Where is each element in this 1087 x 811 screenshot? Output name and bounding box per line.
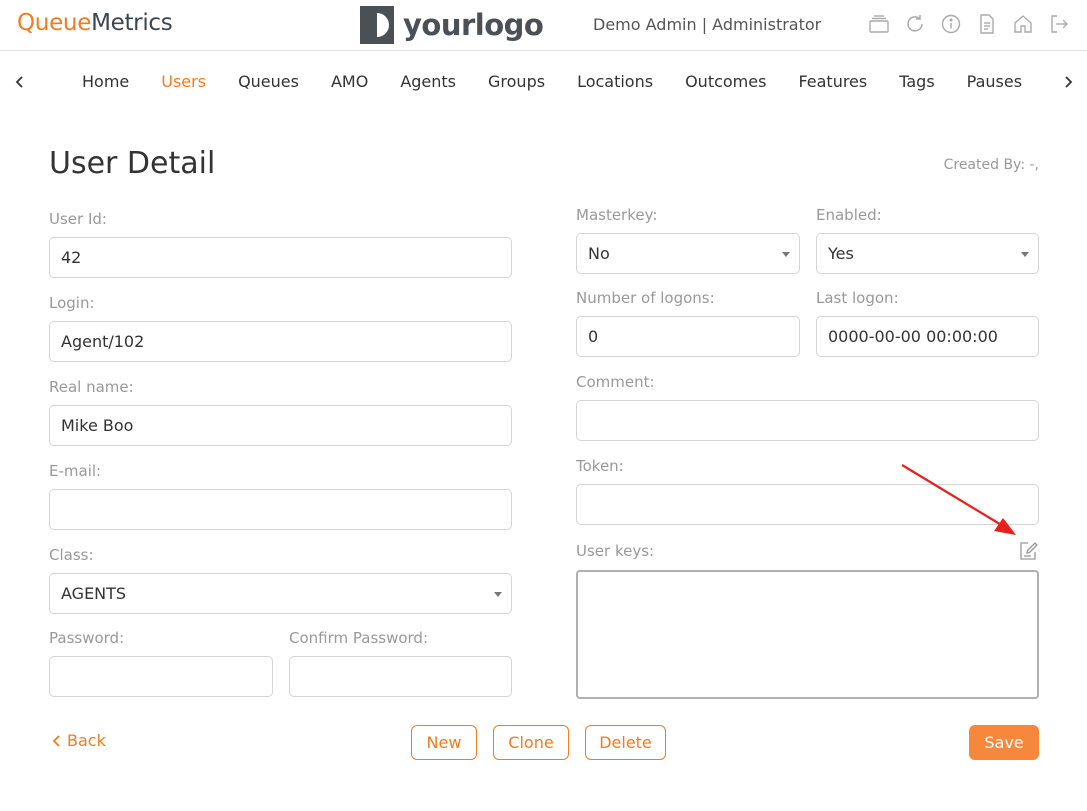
nav-item-groups[interactable]: Groups [472, 71, 561, 93]
confirm-password-label: Confirm Password: [289, 629, 429, 647]
document-icon[interactable] [976, 13, 998, 35]
user-keys-label: User keys: [576, 542, 655, 560]
last-logon-label: Last logon: [816, 289, 899, 307]
enabled-label: Enabled: [816, 206, 882, 224]
nav-item-locations[interactable]: Locations [561, 71, 669, 93]
login-label: Login: [49, 294, 95, 312]
page-title: User Detail [49, 146, 216, 181]
user-keys-textarea[interactable] [576, 570, 1039, 699]
nav-item-agents[interactable]: Agents [384, 71, 472, 93]
brand-part-2: Metrics [91, 10, 173, 36]
enabled-select[interactable]: Yes [816, 233, 1039, 274]
masterkey-select-value: No [588, 244, 610, 263]
new-button[interactable]: New [411, 725, 477, 760]
created-by: Created By: -, [943, 157, 1039, 173]
layers-icon[interactable] [868, 13, 890, 35]
logout-icon[interactable] [1048, 13, 1070, 35]
real-name-field[interactable]: Mike Boo [49, 405, 512, 446]
back-label: Back [67, 731, 106, 750]
queuemetrics-logo[interactable]: QueueMetrics [17, 10, 173, 36]
email-field[interactable] [49, 489, 512, 530]
nav-item-features[interactable]: Features [782, 71, 883, 93]
user-id-field[interactable]: 42 [49, 237, 512, 278]
logo-mark-icon [360, 6, 394, 44]
nav-item-queues[interactable]: Queues [222, 71, 315, 93]
delete-button[interactable]: Delete [585, 725, 666, 760]
main-nav: Home Users Queues AMO Agents Groups Loca… [0, 51, 1087, 113]
save-button[interactable]: Save [969, 725, 1039, 760]
class-select-value: AGENTS [61, 584, 127, 603]
nav-item-pauses[interactable]: Pauses [951, 71, 1038, 93]
caret-down-icon [494, 592, 502, 597]
real-name-label: Real name: [49, 378, 134, 396]
header-icons [868, 13, 1070, 35]
num-logons-label: Number of logons: [576, 289, 715, 307]
top-header: QueueMetrics yourlogo Demo Admin | Admin… [0, 0, 1087, 51]
masterkey-select[interactable]: No [576, 233, 800, 274]
email-label: E-mail: [49, 462, 102, 480]
last-logon-field[interactable]: 0000-00-00 00:00:00 [816, 316, 1039, 357]
enabled-select-value: Yes [828, 244, 854, 263]
caret-down-icon [782, 252, 790, 257]
logo-text: yourlogo [403, 8, 544, 42]
password-field[interactable] [49, 656, 273, 697]
user-info: Demo Admin | Administrator [593, 15, 822, 34]
nav-item-home[interactable]: Home [66, 71, 145, 93]
comment-label: Comment: [576, 373, 655, 391]
nav-item-amo[interactable]: AMO [315, 71, 384, 93]
chevron-left-icon [52, 734, 60, 747]
password-label: Password: [49, 629, 125, 647]
brand-part-1: Queue [17, 10, 92, 36]
confirm-password-field[interactable] [289, 656, 512, 697]
yourlogo: yourlogo [360, 5, 544, 45]
comment-field[interactable] [576, 400, 1039, 441]
nav-item-outcomes[interactable]: Outcomes [669, 71, 782, 93]
clone-button[interactable]: Clone [493, 725, 569, 760]
annotation-arrow-icon [901, 464, 1016, 535]
home-icon[interactable] [1012, 13, 1034, 35]
nav-next-chevron-icon[interactable] [1058, 71, 1078, 93]
class-select[interactable]: AGENTS [49, 573, 512, 614]
login-field[interactable]: Agent/102 [49, 321, 512, 362]
token-label: Token: [576, 457, 624, 475]
nav-prev-chevron-icon[interactable] [10, 71, 30, 93]
back-link[interactable]: Back [52, 731, 106, 750]
caret-down-icon [1021, 252, 1029, 257]
masterkey-label: Masterkey: [576, 206, 658, 224]
nav-items: Home Users Queues AMO Agents Groups Loca… [66, 71, 1038, 93]
user-id-label: User Id: [49, 210, 107, 228]
info-icon[interactable] [940, 13, 962, 35]
nav-item-tags[interactable]: Tags [883, 71, 950, 93]
class-label: Class: [49, 546, 94, 564]
num-logons-field[interactable]: 0 [576, 316, 800, 357]
refresh-icon[interactable] [904, 13, 926, 35]
nav-item-users[interactable]: Users [145, 71, 222, 93]
